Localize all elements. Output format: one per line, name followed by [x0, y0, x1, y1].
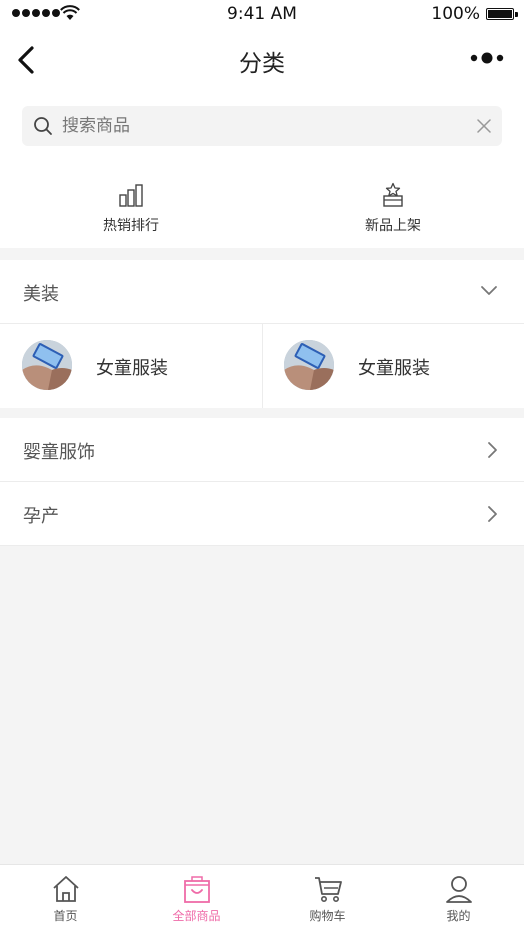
page-title: 分类 [239, 51, 285, 77]
subcategory-item[interactable]: 女童服装 [0, 324, 262, 408]
battery-percent: 100% [431, 4, 480, 24]
chevron-down-icon [481, 286, 497, 295]
hot-ranking-link[interactable]: 热销排行 [71, 178, 191, 238]
battery-icon [486, 8, 518, 20]
divider [0, 545, 524, 546]
more-icon[interactable] [470, 52, 504, 64]
user-icon [446, 876, 472, 903]
category-row-expanded[interactable]: 美装 [0, 260, 524, 323]
category-label: 婴童服饰 [23, 442, 95, 463]
category-label: 美装 [23, 284, 59, 305]
tab-all-products[interactable]: 全部商品 [131, 868, 262, 928]
chevron-right-icon [488, 442, 497, 458]
tab-label: 购物车 [309, 909, 346, 923]
subcategory-image [22, 340, 72, 390]
home-icon [53, 876, 79, 902]
tab-label: 全部商品 [172, 909, 221, 923]
subcategory-name: 女童服装 [96, 358, 168, 379]
clear-icon[interactable] [475, 117, 493, 135]
tab-cart[interactable]: 购物车 [262, 868, 393, 928]
search-icon [34, 117, 52, 135]
quick-link-label: 热销排行 [103, 218, 159, 234]
new-box-icon [383, 182, 403, 207]
category-row[interactable]: 孕产 [0, 482, 524, 545]
cart-icon [315, 877, 342, 902]
tab-home[interactable]: 首页 [0, 868, 131, 928]
bar-chart-icon [119, 184, 143, 207]
category-label: 孕产 [23, 506, 59, 527]
quick-link-label: 新品上架 [365, 218, 421, 234]
tab-me[interactable]: 我的 [393, 868, 524, 928]
subcategory-item[interactable]: 女童服装 [262, 324, 524, 408]
new-arrivals-link[interactable]: 新品上架 [333, 178, 453, 238]
tab-label: 我的 [446, 909, 471, 923]
category-row[interactable]: 婴童服饰 [0, 418, 524, 481]
subcategory-image [284, 340, 334, 390]
search-input[interactable] [62, 113, 442, 139]
subcategory-name: 女童服装 [358, 358, 430, 379]
chevron-right-icon [488, 506, 497, 522]
shopping-bag-icon [184, 876, 210, 903]
tab-label: 首页 [53, 909, 78, 923]
